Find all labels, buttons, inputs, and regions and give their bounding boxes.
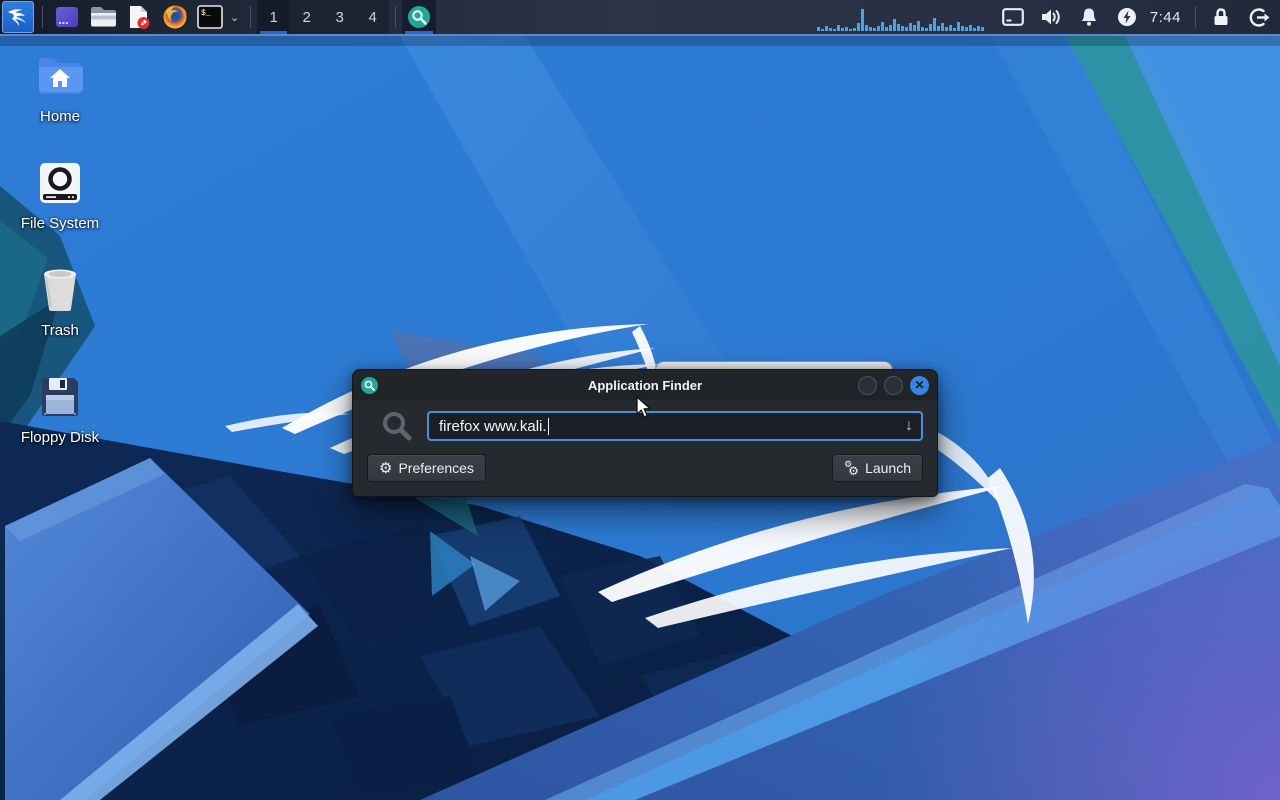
desktop-screen: Home File System Trash Floppy Disk Appli… — [0, 0, 1280, 800]
firefox-icon — [163, 5, 187, 29]
chevron-down-icon[interactable]: ⌄ — [227, 11, 242, 24]
window-title: Application Finder — [587, 377, 703, 393]
app-menu-launcher[interactable] — [51, 1, 83, 33]
notifications-icon[interactable] — [1078, 6, 1100, 28]
workspace-2[interactable]: 2 — [290, 0, 323, 34]
panel-separator — [1195, 6, 1196, 28]
mouse-cursor — [636, 396, 652, 418]
workspace-switcher: 1 2 3 4 — [257, 0, 390, 34]
firefox-launcher[interactable] — [159, 1, 191, 33]
application-finder-icon — [408, 6, 431, 28]
panel-separator — [395, 6, 397, 28]
gear-icon: ⚙ — [379, 459, 393, 477]
panel-separator — [42, 6, 43, 28]
display-icon[interactable] — [1001, 6, 1024, 28]
trash-icon — [40, 264, 80, 316]
desktop-icon-trash[interactable]: Trash — [12, 264, 108, 371]
text-editor-launcher[interactable] — [123, 1, 155, 33]
preferences-button[interactable]: ⚙ Preferences — [367, 454, 486, 482]
desktop-icon-label: Home — [39, 108, 80, 125]
text-editor-icon — [130, 6, 150, 29]
dropdown-arrow-icon[interactable]: ↓ — [905, 417, 913, 435]
kali-dragon-icon — [8, 9, 26, 27]
close-icon: ✕ — [914, 378, 925, 392]
taskbar-application-finder[interactable] — [402, 0, 437, 34]
panel-separator — [250, 6, 252, 28]
workspace-3[interactable]: 3 — [323, 0, 356, 34]
svg-text:$_: $_ — [201, 9, 211, 18]
search-input-value: firefox www.kali. — [439, 417, 547, 435]
text-caret — [547, 417, 550, 435]
home-folder-icon — [37, 50, 83, 102]
desktop-icon-floppy[interactable]: Floppy Disk — [12, 371, 108, 478]
top-panel: $_ ⌄ 1 2 3 4 7:44 — [0, 0, 1280, 36]
filesystem-drive-icon — [39, 157, 81, 209]
terminal-launcher[interactable]: $_ — [195, 1, 225, 33]
volume-icon[interactable] — [1040, 6, 1062, 28]
clock[interactable]: 7:44 — [1150, 9, 1181, 26]
desktop-icon-home[interactable]: Home — [12, 50, 108, 157]
desktop-icon-list: Home File System Trash Floppy Disk — [12, 50, 108, 478]
logout-icon[interactable] — [1248, 6, 1270, 28]
minimize-button[interactable] — [858, 375, 877, 395]
file-manager-icon — [90, 7, 116, 27]
kali-menu-button[interactable] — [2, 1, 34, 33]
application-finder-window: Application Finder ✕ firefox www.kali. ↓ — [352, 369, 938, 497]
desktop-icon-label: Floppy Disk — [20, 429, 100, 446]
terminal-icon: $_ — [197, 5, 223, 29]
workspace-4[interactable]: 4 — [356, 0, 389, 34]
desktop-icon-label: File System — [20, 215, 100, 232]
lock-icon[interactable] — [1210, 6, 1232, 28]
launch-button[interactable]: ⚙ ⚙ Launch — [832, 454, 923, 482]
file-manager-launcher[interactable] — [87, 1, 119, 33]
desktop-icon-label: Trash — [41, 322, 79, 339]
workspace-1[interactable]: 1 — [257, 0, 291, 34]
power-manager-icon[interactable] — [1116, 6, 1138, 28]
run-gears-icon: ⚙ ⚙ — [844, 459, 859, 478]
search-input[interactable]: firefox www.kali. ↓ — [427, 411, 923, 441]
floppy-disk-icon — [40, 371, 80, 423]
cpu-graph[interactable] — [816, 3, 984, 31]
search-icon — [383, 412, 412, 441]
close-button[interactable]: ✕ — [910, 375, 929, 395]
app-menu-purple-icon — [56, 7, 78, 27]
maximize-button[interactable] — [884, 375, 903, 395]
desktop-icon-filesystem[interactable]: File System — [12, 157, 108, 264]
